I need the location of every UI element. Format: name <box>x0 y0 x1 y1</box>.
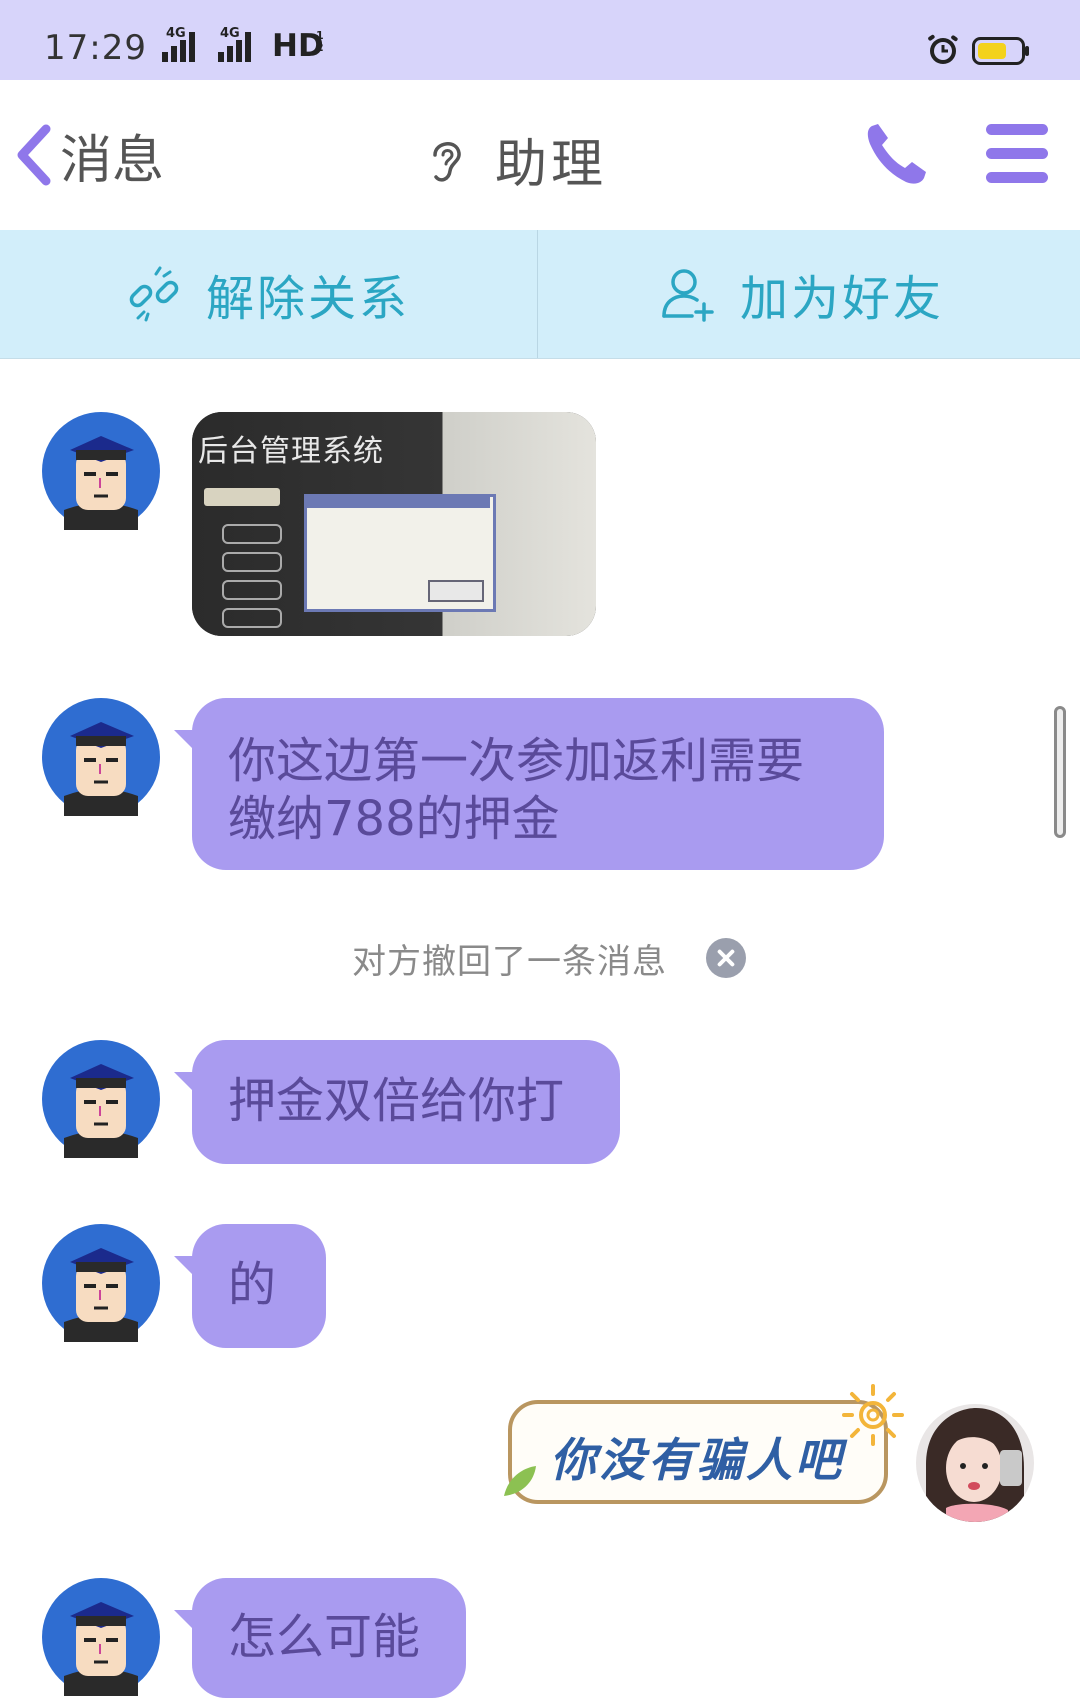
image-detail <box>222 524 282 544</box>
menu-icon <box>986 124 1048 135</box>
image-detail <box>222 580 282 600</box>
menu-button[interactable] <box>986 124 1048 186</box>
recall-text: 对方撤回了一条消息 <box>352 942 667 982</box>
message-text: 你这边第一次参加返利需要缴纳788的押金 <box>228 733 805 847</box>
status-bar: 17:29 4G 4G HD 1 2 <box>0 0 1080 80</box>
battery-icon <box>972 37 1029 65</box>
avatar[interactable] <box>916 1404 1034 1522</box>
add-friend-label: 加为好友 <box>740 271 945 327</box>
chat-title: 助理 <box>495 135 608 195</box>
message-bubble[interactable]: 你这边第一次参加返利需要缴纳788的押金 <box>174 698 884 870</box>
action-divider <box>537 230 538 358</box>
image-detail <box>204 488 280 506</box>
avatar[interactable] <box>42 1040 160 1158</box>
back-button[interactable]: 消息 <box>14 120 165 191</box>
message-bubble[interactable]: 押金双倍给你打 <box>174 1040 620 1164</box>
message-bubble[interactable]: 的 <box>174 1224 326 1348</box>
message-bubble[interactable]: 怎么可能 <box>174 1578 466 1698</box>
back-label: 消息 <box>60 130 165 191</box>
avatar[interactable] <box>42 1224 160 1342</box>
avatar[interactable] <box>42 1578 160 1696</box>
recall-notice: 对方撤回了一条消息 <box>0 928 1080 988</box>
unlink-icon <box>129 266 179 322</box>
action-bar: 解除关系 加为好友 <box>0 230 1080 359</box>
unlink-button[interactable]: 解除关系 <box>126 230 410 358</box>
ear-icon <box>433 141 461 182</box>
chevron-left-icon <box>17 124 51 186</box>
image-detail <box>222 552 282 572</box>
alarm-icon <box>928 34 958 64</box>
avatar[interactable] <box>42 698 160 816</box>
leaf-icon <box>504 1466 536 1496</box>
image-detail <box>222 608 282 628</box>
scrollbar-thumb[interactable] <box>1054 706 1066 838</box>
status-time: 17:29 <box>44 28 147 68</box>
sticker-text: 你没有骗人吧 <box>550 1433 844 1487</box>
chat-title-group: 助理 <box>425 122 607 197</box>
message-text: 的 <box>228 1257 277 1313</box>
signal-icon: 4G <box>160 26 212 66</box>
sticker-bubble[interactable]: 你没有骗人吧 <box>508 1400 888 1504</box>
phone-icon[interactable] <box>862 118 932 188</box>
message-text: 押金双倍给你打 <box>228 1073 565 1129</box>
hd-sub-indicator: 1 2 <box>316 29 324 54</box>
unlink-label: 解除关系 <box>206 271 411 327</box>
chat-screen: 17:29 4G 4G HD 1 2 消息 助理 解除关系 加为好友 后台管理系… <box>0 0 1080 1704</box>
close-icon[interactable] <box>706 938 746 978</box>
add-friend-icon <box>662 269 714 322</box>
image-message[interactable]: 后台管理系统 <box>192 412 596 636</box>
add-friend-button[interactable]: 加为好友 <box>660 230 944 358</box>
message-text: 怎么可能 <box>228 1609 421 1665</box>
sun-icon <box>842 1384 904 1446</box>
image-detail <box>304 494 490 508</box>
chat-header: 消息 助理 <box>0 80 1080 230</box>
avatar[interactable] <box>42 412 160 530</box>
signal-icon: 4G <box>216 26 268 66</box>
image-caption: 后台管理系统 <box>198 434 384 469</box>
image-detail <box>428 580 484 602</box>
